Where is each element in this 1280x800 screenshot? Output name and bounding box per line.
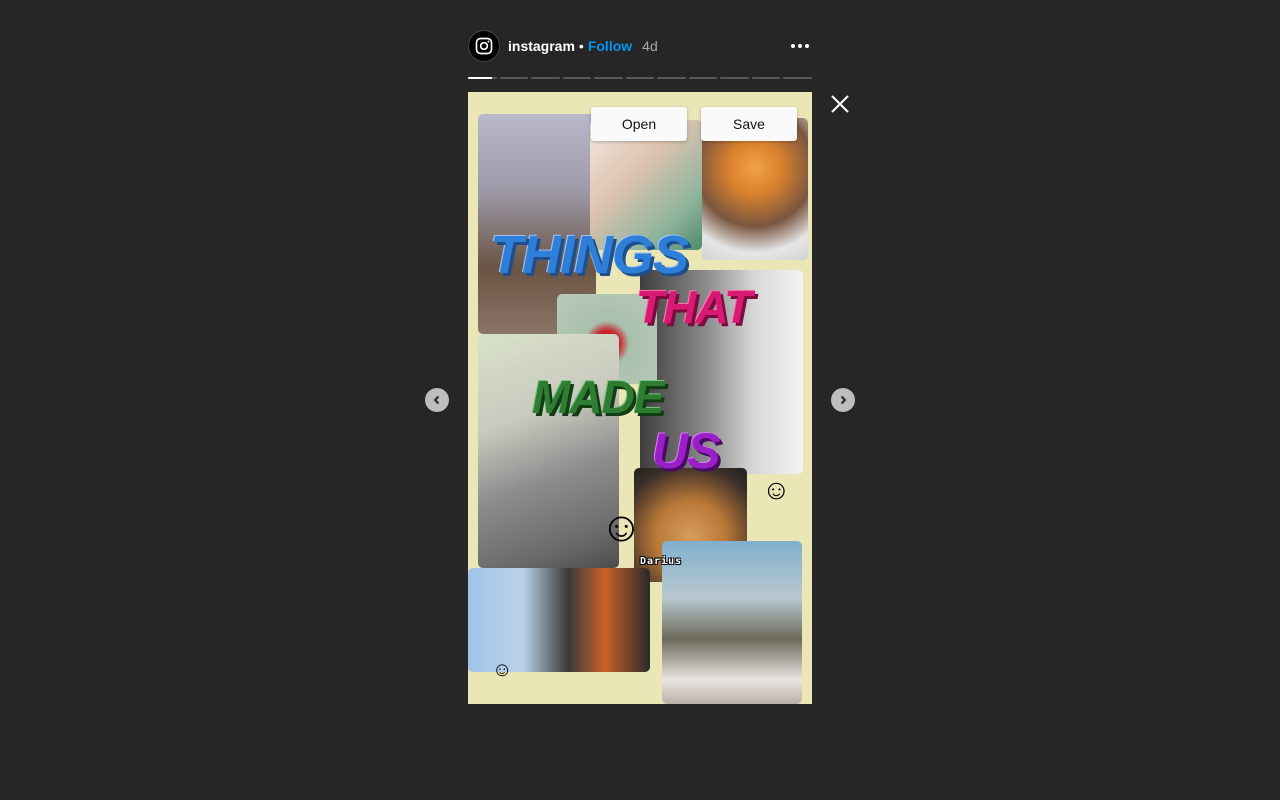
title-word-things: THINGS: [490, 225, 689, 285]
title-word-us: US: [652, 423, 720, 479]
progress-segment: [751, 77, 781, 79]
title-word-that: THAT: [636, 281, 752, 333]
progress-segment: [783, 77, 813, 79]
smiling-emoji: ☺: [762, 474, 791, 505]
smiling-emoji-small: ☺: [492, 659, 513, 681]
username-link[interactable]: instagram: [508, 38, 575, 54]
save-button[interactable]: Save: [701, 107, 797, 141]
next-story-button[interactable]: [831, 388, 855, 412]
photo-riding-dog: [662, 541, 802, 704]
open-button[interactable]: Open: [591, 107, 687, 141]
more-options-button[interactable]: [788, 34, 812, 58]
progress-segment-fill: [468, 77, 493, 79]
chevron-left-icon: [433, 395, 440, 405]
progress-segment: [468, 77, 497, 79]
title-word-made: MADE: [532, 371, 664, 423]
progress-segment: [688, 77, 718, 79]
progress-segment: [657, 77, 686, 79]
close-icon: [831, 95, 849, 113]
post-age: 4d: [642, 38, 658, 54]
follow-button[interactable]: Follow: [588, 38, 632, 54]
progress-segment: [625, 77, 655, 79]
progress-segment: [531, 77, 560, 79]
photo-cockatiel: [478, 334, 619, 568]
progress-segment: [499, 77, 529, 79]
story-header: instagram • Follow 4d: [468, 30, 812, 62]
instagram-logo-icon: [475, 37, 493, 55]
more-options-icon: [791, 44, 809, 48]
progress-segment: [720, 77, 749, 79]
close-button[interactable]: [828, 92, 852, 116]
previous-story-button[interactable]: [425, 388, 449, 412]
avatar[interactable]: [468, 30, 500, 62]
chevron-right-icon: [840, 395, 847, 405]
progress-segment: [562, 77, 592, 79]
photo-singer: [468, 568, 650, 672]
separator-dot: •: [578, 38, 584, 54]
dog-caption: Darius: [640, 556, 683, 567]
story-progress-bar: [468, 77, 813, 79]
story-media[interactable]: Darius THINGS THAT MADE US ☺ ☺ ☺: [468, 92, 812, 704]
smiling-emoji-large: ☺: [600, 503, 643, 550]
progress-segment: [594, 77, 623, 79]
